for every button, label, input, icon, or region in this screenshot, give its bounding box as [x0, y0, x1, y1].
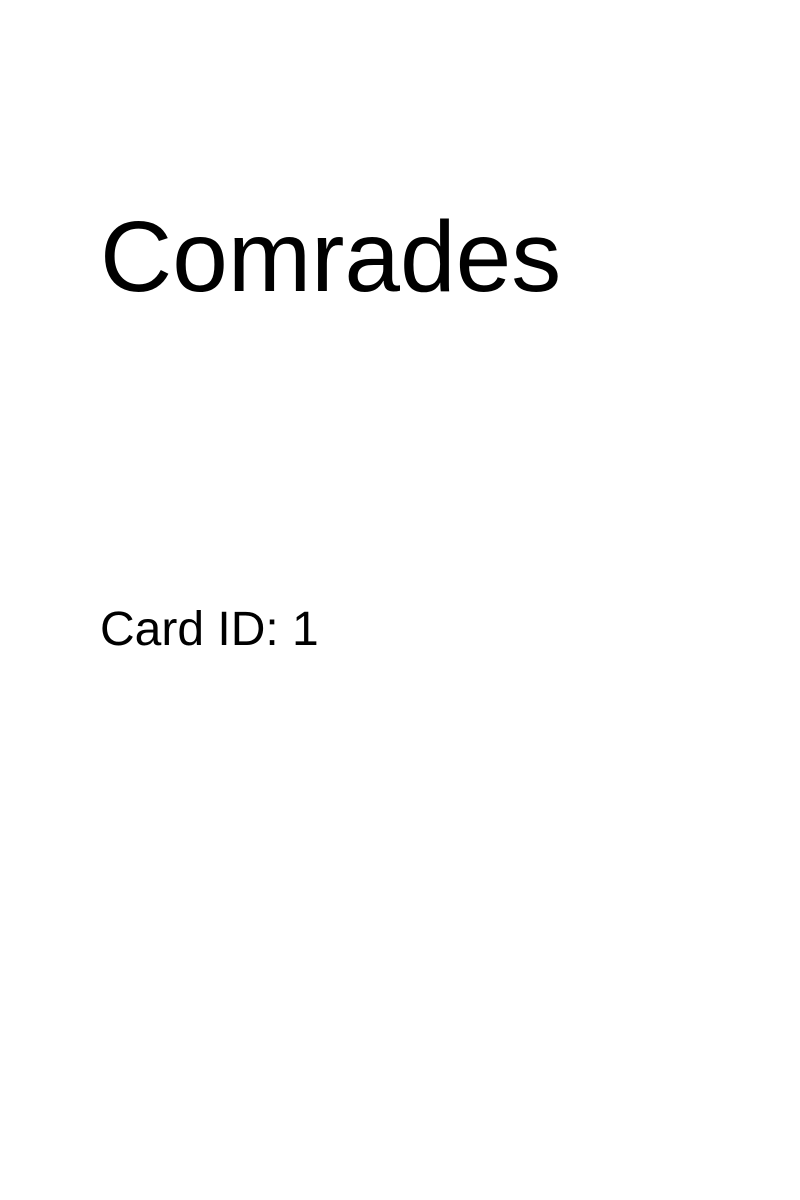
card-title: Comrades	[100, 201, 562, 313]
card-id-label: Card ID: 1	[100, 603, 319, 656]
card: Comrades Card ID: 1	[0, 0, 800, 1200]
